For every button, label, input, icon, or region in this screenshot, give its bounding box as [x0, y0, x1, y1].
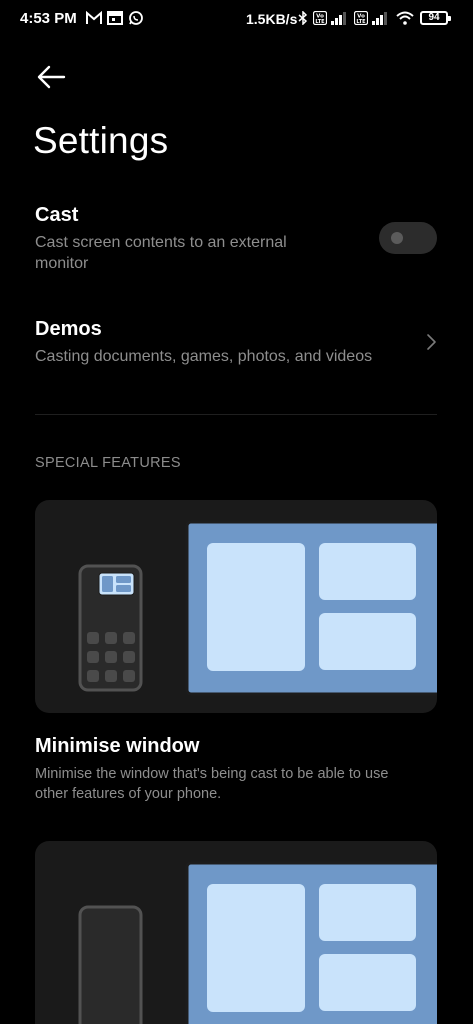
cast-subtitle-line2: monitor [35, 255, 89, 272]
feature-description: Minimise the window that's being cast to… [35, 764, 435, 804]
cast-subtitle-line1: Cast screen contents to an external [35, 234, 287, 251]
chevron-right-icon [427, 334, 436, 350]
section-header-special-features: SPECIAL FEATURES [35, 455, 181, 471]
volte-icon: Vo LTE [354, 11, 368, 25]
signal-icon [331, 12, 346, 25]
feature-description-line2: other features of your phone. [35, 786, 222, 802]
toggle-knob [391, 232, 403, 244]
demos-subtitle: Casting documents, games, photos, and vi… [35, 348, 373, 365]
status-time: 4:53 PM [20, 10, 77, 27]
battery-icon: 94 [420, 11, 451, 25]
svg-text:LTE: LTE [356, 19, 366, 25]
cast-illustration-2 [78, 861, 437, 1024]
cast-title: Cast [35, 204, 79, 226]
cast-toggle[interactable] [379, 222, 437, 254]
whatsapp-icon [129, 11, 143, 25]
divider [35, 414, 437, 415]
feature-illustration-2[interactable] [35, 841, 437, 1024]
minimise-window-illustration[interactable] [35, 500, 437, 713]
volte-icon: Vo LTE [313, 11, 327, 25]
demos-row[interactable]: Demos Casting documents, games, photos, … [0, 310, 473, 374]
back-button[interactable] [30, 60, 70, 96]
gmail-icon [86, 11, 102, 24]
arrow-left-icon [37, 65, 66, 89]
wifi-icon [396, 11, 414, 25]
signal-icon [372, 12, 387, 25]
calendar-icon [107, 11, 123, 25]
bluetooth-icon [298, 11, 308, 25]
demos-title: Demos [35, 318, 102, 340]
network-speed: 1.5KB/s [246, 11, 298, 27]
feature-description-line1: Minimise the window that's being cast to… [35, 766, 389, 782]
feature-title: Minimise window [35, 735, 200, 757]
svg-text:LTE: LTE [315, 19, 325, 25]
page-title: Settings [33, 120, 169, 161]
status-bar: 4:53 PM 1.5KB/s Vo LTE Vo LTE 94 [0, 0, 473, 40]
cast-illustration [78, 520, 437, 696]
